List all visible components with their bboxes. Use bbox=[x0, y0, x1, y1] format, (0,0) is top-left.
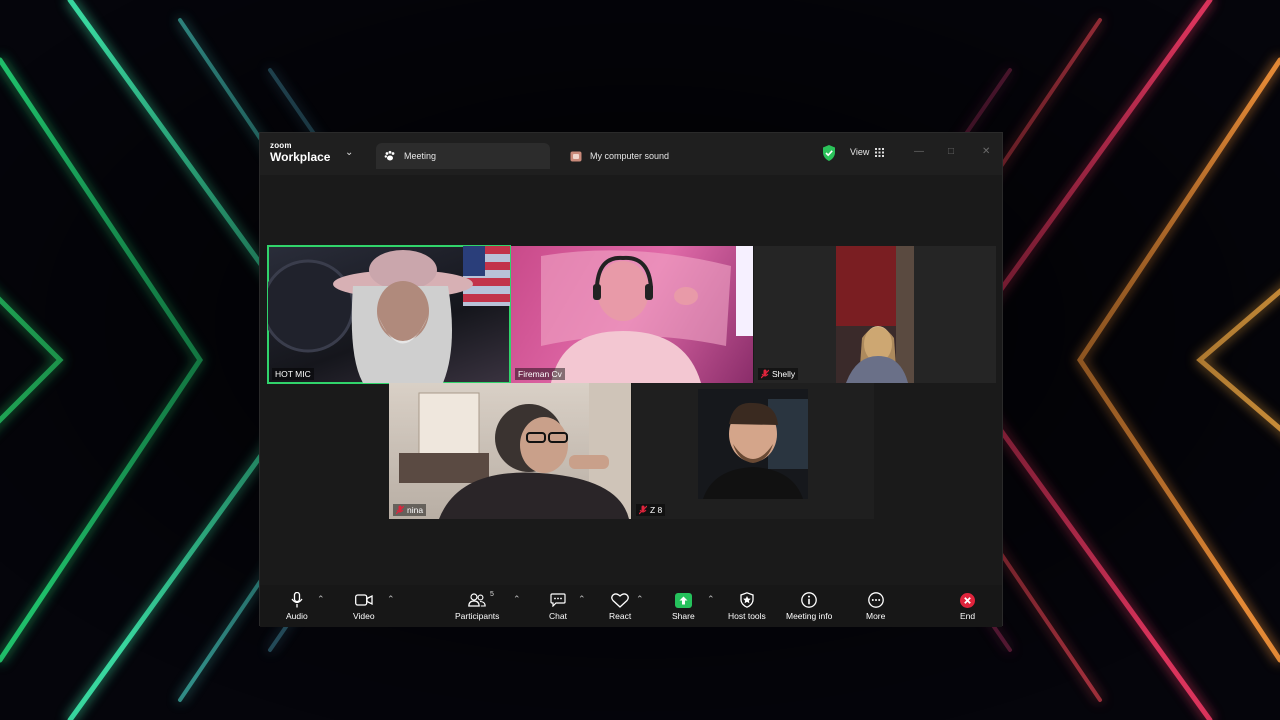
participant-video bbox=[541, 246, 753, 383]
chevron-down-icon[interactable]: ⌄ bbox=[345, 147, 353, 158]
share-button[interactable]: Share bbox=[672, 590, 695, 621]
chat-options-caret-icon[interactable]: ⌃ bbox=[578, 594, 586, 605]
participant-name: Fireman Cv bbox=[518, 369, 562, 379]
chat-button[interactable]: Chat bbox=[549, 590, 567, 621]
participant-video bbox=[268, 246, 510, 383]
title-bar: zoom Workplace ⌄ Meeting My computer sou… bbox=[260, 133, 1002, 175]
encryption-shield-icon[interactable] bbox=[822, 145, 836, 161]
video-tile-hot-mic[interactable]: HOT MIC bbox=[267, 245, 511, 384]
participant-video bbox=[698, 389, 808, 499]
tab-meeting[interactable]: Meeting bbox=[376, 143, 550, 169]
brand-zoom: zoom bbox=[270, 141, 292, 150]
participant-name-tag: Shelly bbox=[758, 368, 799, 380]
video-options-caret-icon[interactable]: ⌃ bbox=[387, 594, 395, 605]
video-label: Video bbox=[353, 611, 375, 621]
view-button[interactable]: View bbox=[850, 147, 885, 157]
video-tile-shelly[interactable]: Shelly bbox=[754, 246, 996, 383]
host-tools-label: Host tools bbox=[728, 611, 766, 621]
participant-name: nina bbox=[407, 505, 424, 515]
more-dots-icon bbox=[867, 592, 884, 608]
react-button[interactable]: React bbox=[609, 590, 631, 621]
video-button[interactable]: Video bbox=[353, 590, 375, 621]
video-camera-icon bbox=[354, 594, 373, 606]
muted-mic-icon bbox=[396, 505, 404, 515]
video-tile-z8[interactable]: Z 8 bbox=[632, 383, 874, 519]
meeting-info-button[interactable]: Meeting info bbox=[786, 590, 832, 621]
share-arrow-icon bbox=[674, 592, 692, 608]
participants-icon bbox=[468, 593, 486, 607]
minimize-icon[interactable]: — bbox=[914, 146, 924, 157]
end-meeting-button[interactable]: End bbox=[960, 590, 975, 621]
participant-name-tag: Z 8 bbox=[636, 504, 666, 516]
sound-share-icon bbox=[570, 151, 582, 161]
participants-label: Participants bbox=[455, 611, 500, 621]
chat-icon bbox=[550, 593, 566, 607]
audio-options-caret-icon[interactable]: ⌃ bbox=[317, 594, 325, 605]
end-x-icon bbox=[960, 592, 976, 608]
chat-label: Chat bbox=[549, 611, 567, 621]
zoom-workplace-logo[interactable]: zoom Workplace bbox=[270, 141, 331, 164]
paw-icon bbox=[384, 150, 395, 161]
tab-sound-label: My computer sound bbox=[590, 151, 670, 161]
close-icon[interactable]: ✕ bbox=[982, 146, 990, 157]
react-options-caret-icon[interactable]: ⌃ bbox=[636, 594, 644, 605]
participants-options-caret-icon[interactable]: ⌃ bbox=[513, 594, 521, 605]
participant-video bbox=[399, 383, 631, 519]
participant-video bbox=[836, 246, 914, 383]
audio-button[interactable]: Audio bbox=[286, 590, 308, 621]
video-tile-fireman-cv[interactable]: Fireman Cv bbox=[511, 246, 753, 383]
tab-meeting-label: Meeting bbox=[404, 151, 437, 161]
audio-label: Audio bbox=[286, 611, 308, 621]
host-tools-shield-icon bbox=[740, 592, 754, 608]
participant-name: Z 8 bbox=[650, 505, 663, 515]
view-label: View bbox=[850, 147, 870, 157]
meeting-info-icon bbox=[801, 592, 818, 608]
zoom-meeting-window: zoom Workplace ⌄ Meeting My computer sou… bbox=[259, 132, 1003, 627]
host-tools-button[interactable]: Host tools bbox=[728, 590, 766, 621]
participant-name-tag: HOT MIC bbox=[272, 368, 314, 380]
maximize-icon[interactable]: □ bbox=[948, 146, 954, 157]
tab-my-computer-sound[interactable]: My computer sound bbox=[570, 143, 669, 169]
more-label: More bbox=[866, 611, 886, 621]
brand-workplace: Workplace bbox=[270, 150, 331, 164]
react-heart-icon bbox=[611, 592, 630, 608]
video-tile-nina[interactable]: nina bbox=[389, 383, 631, 519]
muted-mic-icon bbox=[761, 369, 769, 379]
meeting-info-label: Meeting info bbox=[786, 611, 833, 621]
share-options-caret-icon[interactable]: ⌃ bbox=[707, 594, 715, 605]
grid-icon bbox=[875, 147, 885, 157]
participant-name-tag: Fireman Cv bbox=[515, 368, 565, 380]
more-button[interactable]: More bbox=[866, 590, 885, 621]
share-label: Share bbox=[672, 611, 695, 621]
meeting-toolbar: Audio ⌃ Video ⌃ Participants 5 ⌃ Chat ⌃ … bbox=[260, 585, 1002, 627]
participant-name: Shelly bbox=[772, 369, 796, 379]
muted-mic-icon bbox=[639, 505, 647, 515]
participant-name: HOT MIC bbox=[275, 369, 311, 379]
video-gallery: HOT MIC Fireman Cv Shelly nina Z 8 bbox=[260, 175, 1002, 585]
participant-name-tag: nina bbox=[393, 504, 427, 516]
end-label: End bbox=[960, 611, 976, 621]
audio-mic-icon bbox=[291, 592, 303, 608]
participants-count-badge: 5 bbox=[490, 591, 494, 598]
react-label: React bbox=[609, 611, 632, 621]
